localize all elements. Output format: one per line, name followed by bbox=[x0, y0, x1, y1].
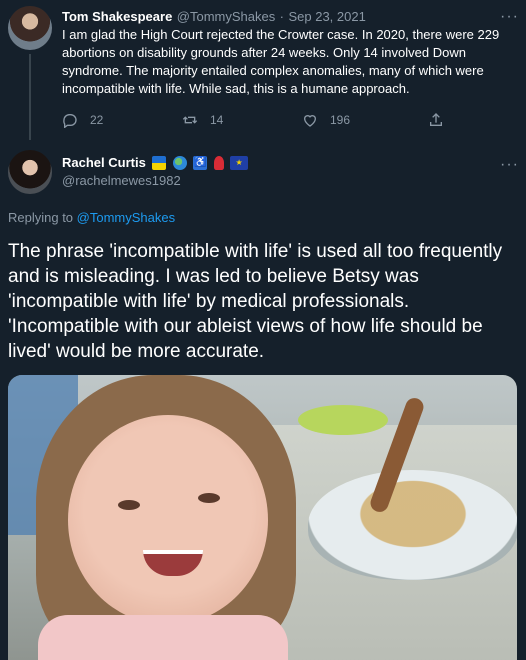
share-icon bbox=[430, 113, 442, 126]
child-eye-left bbox=[118, 500, 140, 510]
rose-icon bbox=[213, 155, 224, 170]
tweet1-text: I am glad the High Court rejected the Cr… bbox=[62, 27, 500, 96]
globe-icon bbox=[172, 155, 187, 170]
thread-line bbox=[29, 54, 31, 140]
reply-icon bbox=[63, 114, 77, 128]
replying-prefix: Replying to bbox=[8, 210, 74, 225]
tweet2-text: The phrase 'incompatible with life' is u… bbox=[8, 241, 503, 362]
author-name[interactable]: Rachel Curtis bbox=[62, 155, 146, 170]
like-action[interactable]: 196 bbox=[302, 112, 350, 128]
child-eye-right bbox=[198, 493, 220, 503]
replying-to-handle[interactable]: @TommyShakes bbox=[77, 210, 175, 225]
green-plate bbox=[298, 405, 388, 435]
retweet-count: 14 bbox=[210, 113, 224, 127]
reply-count: 22 bbox=[90, 113, 104, 127]
replying-to: Replying to @TommyShakes bbox=[8, 210, 175, 225]
like-icon bbox=[303, 115, 317, 127]
eu-flag-icon: ★ bbox=[230, 155, 249, 170]
child-shirt bbox=[38, 615, 288, 660]
author-name[interactable]: Tom Shakespeare bbox=[62, 9, 172, 24]
more-icon[interactable]: ··· bbox=[500, 9, 519, 25]
wheelchair-icon: ♿ bbox=[193, 155, 208, 170]
avatar-rachel[interactable] bbox=[8, 150, 52, 194]
retweet-icon bbox=[182, 116, 198, 124]
like-count: 196 bbox=[330, 113, 351, 127]
tweet1-header: Tom Shakespeare @TommyShakes · Sep 23, 2… bbox=[62, 8, 366, 26]
retweet-action[interactable]: 14 bbox=[182, 112, 223, 128]
separator: · bbox=[279, 9, 285, 24]
reply-action[interactable]: 22 bbox=[62, 112, 103, 128]
avatar-tom[interactable] bbox=[8, 6, 52, 50]
author-handle[interactable]: @rachelmewes1982 bbox=[62, 173, 181, 188]
share-action[interactable] bbox=[428, 112, 444, 128]
tweet-photo[interactable] bbox=[8, 375, 517, 660]
ukraine-flag-icon bbox=[152, 155, 167, 170]
more-icon[interactable]: ··· bbox=[500, 157, 519, 173]
tweet2-header: Rachel Curtis ♿ ★ bbox=[62, 154, 249, 172]
child-face bbox=[68, 415, 268, 625]
mixing-bowl bbox=[308, 470, 517, 580]
author-handle[interactable]: @TommyShakes bbox=[177, 9, 275, 24]
tweet-date[interactable]: Sep 23, 2021 bbox=[288, 9, 365, 24]
